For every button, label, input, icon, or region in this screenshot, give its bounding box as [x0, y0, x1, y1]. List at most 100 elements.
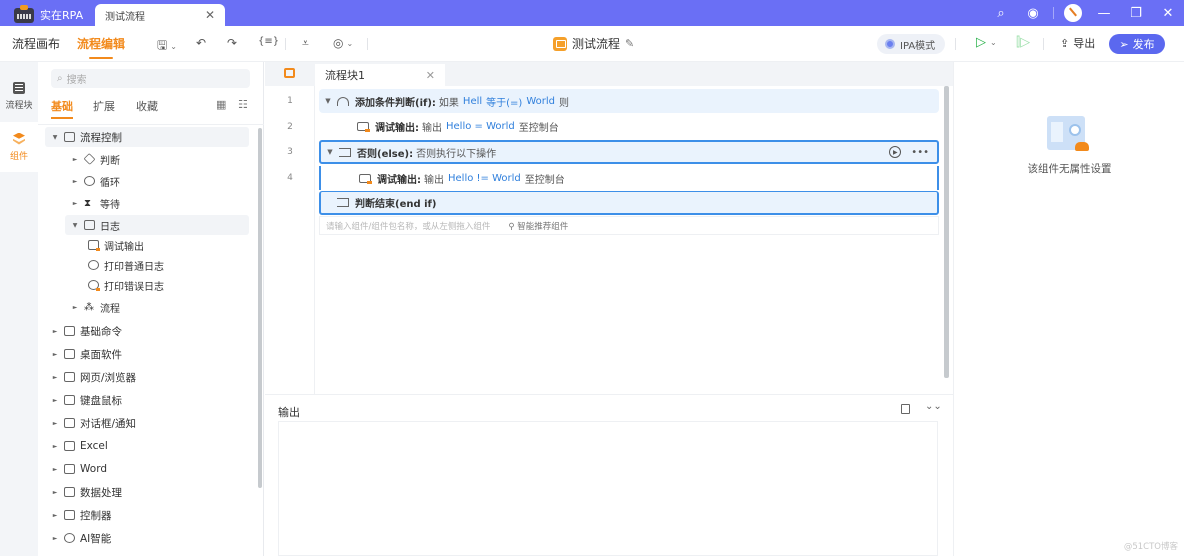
- step-text: 至控制台: [524, 174, 565, 186]
- app-home-tab[interactable]: 实在RPA: [14, 4, 83, 26]
- close-tab-icon[interactable]: ✕: [205, 8, 215, 22]
- record-button[interactable]: ⩡: [302, 36, 309, 51]
- minimize-icon[interactable]: —: [1088, 0, 1120, 26]
- rail-item-flow-blocks[interactable]: 流程块: [0, 71, 38, 121]
- tree-node-keyboard-mouse[interactable]: ► 键盘鼠标: [51, 390, 122, 410]
- empty-state-text: 该组件无属性设置: [1027, 163, 1112, 175]
- flow-step-if[interactable]: ▼ 添加条件判断(if): 如果 Hell 等于(=) World 则: [319, 89, 939, 113]
- tab-favorites[interactable]: 收藏: [136, 98, 158, 114]
- save-button[interactable]: 🖫 ⌄: [157, 36, 177, 57]
- output-console[interactable]: [278, 421, 938, 556]
- add-component-placeholder: 请输入组件/组件包名称，或从左侧拖入组件: [326, 221, 491, 232]
- divider: [367, 38, 368, 50]
- dialog-icon: [64, 418, 75, 428]
- step-keyword: 调试输出:: [377, 174, 421, 186]
- close-tab-icon[interactable]: ✕: [426, 69, 435, 82]
- flow-step-else[interactable]: ▼ 否则(else): 否则执行以下操作 ▶ •••: [319, 140, 939, 164]
- code-icon: [64, 326, 75, 336]
- tree-node-condition[interactable]: ► 判断: [71, 149, 120, 169]
- tree-node-label: Excel: [80, 440, 108, 452]
- tab-flow-canvas[interactable]: 流程画布: [12, 35, 60, 52]
- collapse-arrow-icon[interactable]: ▼: [319, 97, 337, 105]
- line-number: 4: [287, 173, 293, 183]
- variables-icon: {≡}: [258, 36, 280, 47]
- tree-node-web-browser[interactable]: ► 网页/浏览器: [51, 367, 136, 387]
- log-icon: [84, 220, 95, 230]
- save-icon: 🖫: [157, 38, 168, 52]
- loop-icon: [84, 176, 95, 186]
- flow-step-debug-output[interactable]: 调试输出: 输出 Hello = World 至控制台: [319, 114, 939, 138]
- tree-node-basic-commands[interactable]: ► 基础命令: [51, 321, 122, 341]
- tree-node-label: 网页/浏览器: [80, 371, 137, 384]
- tab-flow-block-1[interactable]: 流程块1 ✕: [315, 64, 445, 86]
- list-icon: [13, 81, 25, 94]
- flow-step-debug-output[interactable]: 调试输出: 输出 Hello != World 至控制台: [319, 166, 939, 190]
- document-tab[interactable]: 测试流程 ✕: [95, 4, 225, 26]
- tab-basic[interactable]: 基础: [51, 98, 73, 119]
- tab-extensions[interactable]: 扩展: [93, 98, 115, 114]
- tree-node-ai[interactable]: ► AI智能: [51, 528, 112, 548]
- component-panel: ⌕ 搜索 基础 扩展 收藏 ▦ ☷ ▼ 流程控制 ► 判断 ► 循环 ► ⧗ 等…: [38, 62, 264, 556]
- search-icon[interactable]: ⌕: [985, 0, 1017, 26]
- editor-scrollbar[interactable]: [944, 86, 949, 378]
- collapse-output-icon[interactable]: ⌄⌄: [925, 401, 942, 412]
- ai-assist-button[interactable]: ◎ ⌄: [333, 36, 353, 50]
- collapse-arrow-icon[interactable]: ▼: [321, 148, 339, 156]
- run-button[interactable]: ▷ ⌄: [976, 35, 997, 50]
- collapse-arrow-icon: ►: [52, 396, 58, 404]
- tree-node-word[interactable]: ► Word: [51, 459, 107, 479]
- tree-node-print-log[interactable]: 打印普通日志: [88, 255, 164, 275]
- line-gutter: 1 2 3 4: [265, 86, 315, 394]
- undo-button[interactable]: ↶: [196, 36, 206, 50]
- clear-output-icon[interactable]: [901, 404, 910, 414]
- tree-node-dialog-notify[interactable]: ► 对话框/通知: [51, 413, 136, 433]
- tree-node-desktop-software[interactable]: ► 桌面软件: [51, 344, 122, 364]
- list-view-icon[interactable]: ☷: [238, 98, 248, 111]
- tree-node-subflow[interactable]: ► ⁂ 流程: [71, 297, 120, 317]
- tree-node-data-processing[interactable]: ► 数据处理: [51, 482, 122, 502]
- more-options-icon[interactable]: •••: [911, 147, 929, 158]
- avatar[interactable]: [1064, 4, 1082, 22]
- output-title: 输出: [278, 406, 300, 419]
- ai-icon: ◎: [333, 36, 344, 50]
- debug-output-icon: [357, 121, 370, 132]
- edit-title-icon[interactable]: ✎: [625, 37, 634, 50]
- publish-button[interactable]: ➢ 发布: [1109, 34, 1165, 54]
- word-icon: [64, 464, 75, 474]
- eye-icon[interactable]: ◉: [1017, 0, 1049, 26]
- subflow-icon: ⁂: [84, 301, 94, 313]
- tree-node-loop[interactable]: ► 循环: [71, 171, 120, 191]
- step-run-button[interactable]: ⫿▷: [1016, 35, 1030, 50]
- tree-node-flow-control[interactable]: ▼ 流程控制: [45, 127, 249, 147]
- flow-step-end-if[interactable]: 判断结束(end if): [319, 191, 939, 215]
- end-if-icon: [337, 198, 349, 207]
- collapse-arrow-icon: ►: [52, 419, 58, 427]
- tree-node-wait[interactable]: ► ⧗ 等待: [71, 193, 120, 213]
- smart-recommend-button[interactable]: ⚲ 智能推荐组件: [508, 220, 568, 232]
- tree-node-excel[interactable]: ► Excel: [51, 436, 108, 456]
- variables-button[interactable]: {≡}: [258, 36, 279, 47]
- tree-node-print-error-log[interactable]: 打印错误日志: [88, 275, 164, 295]
- close-icon[interactable]: ✕: [1152, 0, 1184, 26]
- run-step-icon[interactable]: ▶: [889, 146, 902, 158]
- grid-view-icon[interactable]: ▦: [216, 98, 226, 111]
- panel-scrollbar[interactable]: [258, 128, 262, 488]
- undo-icon: ↶: [196, 36, 207, 50]
- ipa-mode-icon: [885, 39, 895, 49]
- restore-icon[interactable]: ❐: [1120, 0, 1152, 26]
- component-search-input[interactable]: ⌕ 搜索: [51, 69, 250, 88]
- rail-item-components[interactable]: 组件: [0, 122, 38, 172]
- ipa-mode-toggle[interactable]: IPA模式: [877, 34, 946, 54]
- add-component-input[interactable]: 请输入组件/组件包名称，或从左侧拖入组件 ⚲ 智能推荐组件: [319, 216, 939, 235]
- export-button[interactable]: ⇪ 导出: [1060, 35, 1095, 51]
- redo-button[interactable]: ↷: [227, 36, 237, 50]
- tree-node-debug-output[interactable]: 调试输出: [88, 235, 144, 255]
- tree-node-controller[interactable]: ► 控制器: [51, 505, 112, 525]
- tree-node-log[interactable]: ▼ 日志: [65, 215, 249, 235]
- collapse-arrow-icon: ►: [72, 303, 78, 311]
- tree-node-label: 打印普通日志: [104, 261, 164, 273]
- flow-editor: ▼ 添加条件判断(if): 如果 Hell 等于(=) World 则 调试输出…: [319, 86, 941, 394]
- redo-icon: ↷: [227, 36, 238, 50]
- flow-block-list-icon[interactable]: [284, 68, 295, 78]
- tab-flow-edit[interactable]: 流程编辑: [77, 35, 125, 59]
